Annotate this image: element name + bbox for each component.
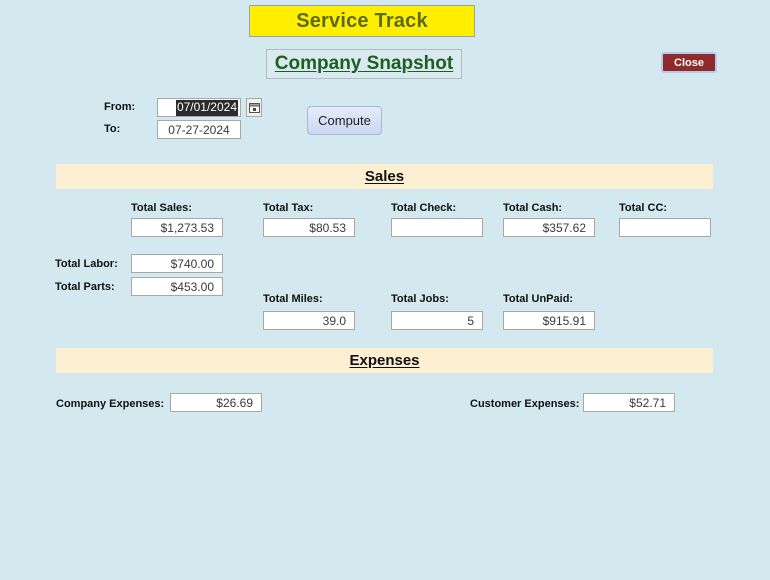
total-cash-value[interactable]: $357.62 <box>503 218 595 237</box>
company-expenses-value[interactable]: $26.69 <box>170 393 262 412</box>
page-title: Company Snapshot <box>274 53 454 74</box>
total-unpaid-value[interactable]: $915.91 <box>503 311 595 330</box>
total-tax-label: Total Tax: <box>263 202 314 214</box>
customer-expenses-value[interactable]: $52.71 <box>583 393 675 412</box>
total-jobs-value[interactable]: 5 <box>391 311 483 330</box>
total-check-label: Total Check: <box>391 202 457 214</box>
total-sales-label: Total Sales: <box>131 202 192 214</box>
from-date-input[interactable]: 07/01/2024 <box>157 98 241 117</box>
total-cc-label: Total CC: <box>619 202 668 214</box>
total-labor-value[interactable]: $740.00 <box>131 254 223 273</box>
total-sales-value[interactable]: $1,273.53 <box>131 218 223 237</box>
from-date-value: 07/01/2024 <box>175 99 238 116</box>
sales-section-header: Sales <box>56 164 713 189</box>
total-parts-value[interactable]: $453.00 <box>131 277 223 296</box>
total-tax-value[interactable]: $80.53 <box>263 218 355 237</box>
company-expenses-label: Company Expenses: <box>56 398 165 410</box>
from-date-label: From: <box>104 101 136 113</box>
total-cash-label: Total Cash: <box>503 202 563 214</box>
total-miles-value[interactable]: 39.0 <box>263 311 355 330</box>
total-unpaid-label: Total UnPaid: <box>503 293 574 305</box>
total-miles-label: Total Miles: <box>263 293 323 305</box>
total-cc-value[interactable] <box>619 218 711 237</box>
calendar-icon[interactable] <box>246 98 262 117</box>
sales-section-title: Sales <box>364 168 405 185</box>
close-button[interactable]: Close <box>661 52 717 73</box>
expenses-section-header: Expenses <box>56 348 713 373</box>
total-jobs-label: Total Jobs: <box>391 293 449 305</box>
page-title-box: Company Snapshot <box>266 49 462 79</box>
app-title-text: Service Track <box>296 9 428 32</box>
to-date-label: To: <box>104 123 121 135</box>
customer-expenses-label: Customer Expenses: <box>470 398 580 410</box>
expenses-section-title: Expenses <box>349 352 420 369</box>
compute-button[interactable]: Compute <box>307 106 382 135</box>
total-labor-label: Total Labor: <box>55 258 118 270</box>
total-check-value[interactable] <box>391 218 483 237</box>
to-date-input[interactable]: 07-27-2024 <box>157 120 241 139</box>
total-parts-label: Total Parts: <box>55 281 115 293</box>
app-title-banner: Service Track <box>249 5 475 37</box>
